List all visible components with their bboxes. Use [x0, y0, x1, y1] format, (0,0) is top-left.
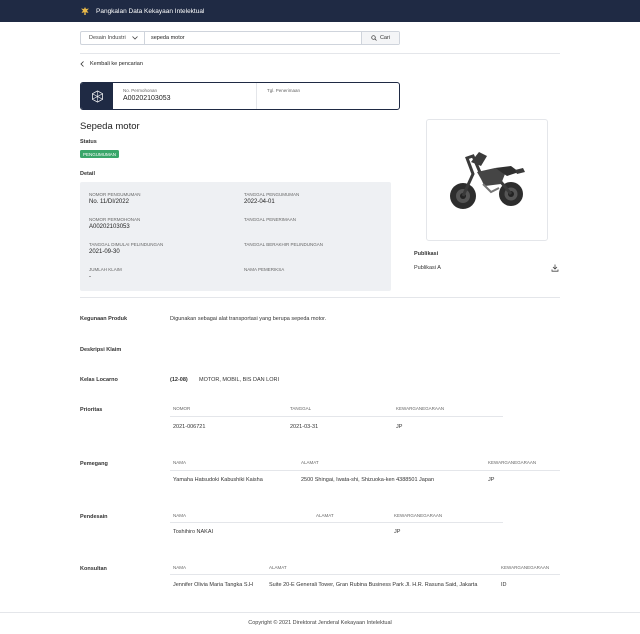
detail-field-key: TANGGAL BERAKHIR PELINDUNGAN	[244, 242, 324, 247]
priority-cell: 2021-03-31	[290, 424, 319, 430]
site-title[interactable]: Pangkalan Data Kekayaan Intelektual	[96, 8, 204, 15]
consultant-cell: Jennifer Olivia Maria Tangka S.H	[173, 582, 253, 588]
design-cube-icon	[91, 90, 103, 102]
search-button-label: Cari	[379, 35, 391, 41]
table-divider	[170, 416, 503, 417]
holder-col-header: NAMA	[173, 460, 187, 465]
search-button[interactable]: Cari	[361, 32, 399, 44]
detail-field-key: TANGGAL PENERIMAAN	[244, 217, 297, 222]
back-link[interactable]: Kembali ke pencarian	[80, 61, 143, 67]
search-icon	[371, 35, 377, 41]
detail-field-key: TANGGAL DIMULAI PELINDUNGAN	[89, 242, 164, 247]
application-summary-card: No. Permohonan A00202103053 Tgl. Penerim…	[80, 82, 400, 110]
download-icon[interactable]	[551, 264, 559, 272]
table-divider	[170, 470, 560, 471]
detail-panel: NOMOR PENGUMUMAN No. 11/DI/2022 TANGGAL …	[80, 182, 391, 291]
product-use-value: Digunakan sebagai alat transportasi yang…	[170, 316, 327, 322]
product-image[interactable]	[426, 119, 548, 241]
page-title: Sepeda motor	[80, 121, 140, 132]
detail-field-value: A00202103053	[89, 224, 130, 230]
garuda-emblem-icon	[81, 7, 89, 15]
detail-field-value: 2021-09-30	[89, 249, 120, 255]
detail-field-key: TANGGAL PENGUMUMAN	[244, 192, 300, 197]
publication-item: Publikasi A	[414, 265, 441, 271]
consultant-col-header: KEWARGANEGARAAN	[501, 565, 550, 570]
search-input[interactable]	[145, 32, 361, 44]
priority-col-header: TANGGAL	[290, 406, 312, 411]
table-divider	[170, 522, 503, 523]
designer-col-header: NAMA	[173, 513, 187, 518]
product-use-label: Kegunaan Produk	[80, 316, 128, 322]
status-label: Status	[80, 139, 97, 145]
detail-field-value: 2022-04-01	[244, 199, 275, 205]
designer-label: Pendesain	[80, 514, 108, 520]
consultant-cell: ID	[501, 582, 507, 588]
locarno-value: MOTOR, MOBIL, BIS DAN LORI	[199, 377, 279, 383]
detail-field: NOMOR PERMOHONAN A00202103053	[89, 217, 140, 230]
divider	[80, 297, 560, 298]
priority-col-header: KEWARGANEGARAAN	[396, 406, 445, 411]
detail-field-key: NAMA PEMERIKSA	[244, 267, 285, 272]
detail-field: TANGGAL DIMULAI PELINDUNGAN 2021-09-30	[89, 242, 163, 255]
designer-cell: Toshihiro NAKAI	[173, 529, 214, 535]
status-badge: PENGUMUMAN	[80, 150, 120, 158]
application-no-value: A00202103053	[123, 95, 171, 102]
holder-cell: Yamaha Hatsudoki Kabushiki Kaisha	[173, 477, 263, 483]
locarno-code: (12-08)	[170, 377, 188, 383]
receipt-date-label: Tgl. Penerimaan	[267, 88, 301, 93]
detail-field: TANGGAL PENGUMUMAN 2022-04-01	[244, 192, 299, 205]
holder-col-header: ALAMAT	[301, 460, 319, 465]
publication-label: Publikasi	[414, 251, 439, 257]
holder-cell: JP	[488, 477, 495, 483]
detail-field: JUMLAH KLAIM -	[89, 267, 122, 280]
category-select-value: Desain Industri	[89, 35, 126, 41]
top-navbar: Pangkalan Data Kekayaan Intelektual	[0, 0, 640, 22]
detail-field-key: NOMOR PERMOHONAN	[89, 217, 141, 222]
consultant-col-header: NAMA	[173, 565, 187, 570]
detail-field: TANGGAL BERAKHIR PELINDUNGAN	[244, 242, 323, 249]
table-divider	[170, 574, 560, 575]
detail-field-value: No. 11/DI/2022	[89, 199, 129, 205]
application-no-label: No. Permohonan	[123, 88, 158, 93]
designer-col-header: KEWARGANEGARAAN	[394, 513, 443, 518]
consultant-col-header: ALAMAT	[269, 565, 287, 570]
designer-cell: JP	[394, 529, 401, 535]
motorcycle-image	[450, 152, 525, 209]
application-no-block: No. Permohonan A00202103053	[113, 83, 257, 109]
chevron-down-icon	[132, 36, 138, 40]
designer-col-header: ALAMAT	[316, 513, 334, 518]
detail-field-value: -	[89, 274, 91, 280]
detail-field-key: JUMLAH KLAIM	[89, 267, 122, 272]
detail-field: TANGGAL PENERIMAAN	[244, 217, 296, 224]
detail-field-key: NOMOR PENGUMUMAN	[89, 192, 141, 197]
footer-copyright: Copyright © 2021 Direktorat Jenderal Kek…	[248, 620, 392, 626]
holder-label: Pemegang	[80, 461, 108, 467]
back-link-label: Kembali ke pencarian	[90, 61, 143, 67]
priority-col-header: NOMOR	[173, 406, 191, 411]
detail-label: Detail	[80, 171, 95, 177]
receipt-date-block: Tgl. Penerimaan	[257, 83, 300, 109]
chevron-left-icon	[80, 61, 84, 67]
category-select[interactable]: Desain Industri	[81, 32, 145, 44]
detail-field: NOMOR PENGUMUMAN No. 11/DI/2022	[89, 192, 141, 205]
consultant-label: Konsultan	[80, 566, 107, 572]
locarno-label: Kelas Locarno	[80, 377, 118, 383]
claim-description-label: Deskripsi Klaim	[80, 347, 122, 353]
priority-cell: JP	[396, 424, 403, 430]
footer-divider	[0, 612, 640, 613]
holder-col-header: KEWARGANEGARAAN	[488, 460, 537, 465]
priority-label: Prioritas	[80, 407, 103, 413]
detail-field: NAMA PEMERIKSA	[244, 267, 284, 274]
id-card-icon-box	[81, 83, 113, 109]
search-bar: Desain Industri Cari	[80, 31, 400, 45]
divider	[80, 53, 560, 54]
holder-cell: 2500 Shingai, Iwata-shi, Shizuoka-ken 43…	[301, 477, 435, 483]
consultant-cell: Suite 20-E Generali Tower, Gran Rubina B…	[269, 582, 478, 588]
priority-cell: 2021-006721	[173, 424, 206, 430]
